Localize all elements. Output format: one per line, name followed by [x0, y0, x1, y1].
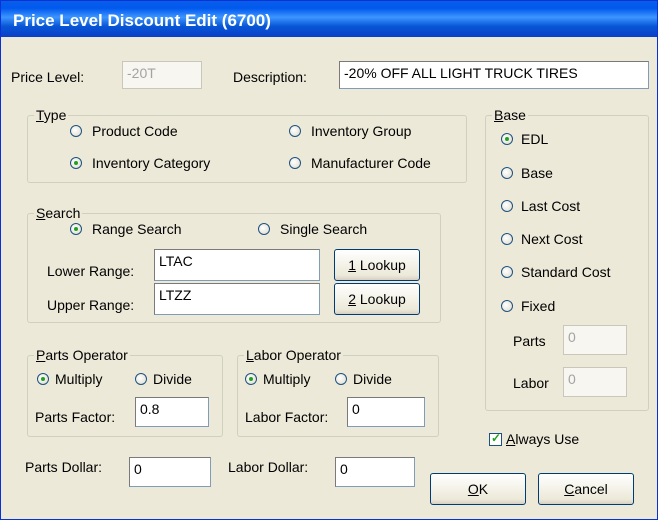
radio-indicator-selected	[245, 373, 257, 385]
radio-indicator	[501, 266, 513, 278]
base-labor-label: Labor	[513, 375, 549, 391]
lower-range-field[interactable]: LTAC	[154, 249, 320, 281]
range-search-radio[interactable]: Range Search	[70, 221, 182, 237]
single-search-radio[interactable]: Single Search	[258, 221, 367, 237]
radio-indicator	[70, 125, 82, 137]
always-use-checkbox[interactable]: Always Use	[489, 431, 579, 447]
type-radio-inventory-group[interactable]: Inventory Group	[289, 123, 411, 139]
base-labor-field: 0	[563, 367, 627, 397]
labor-dollar-label: Labor Dollar:	[228, 459, 309, 475]
radio-indicator	[335, 373, 347, 385]
price-level-field: -20T	[122, 61, 202, 89]
radio-indicator	[501, 167, 513, 179]
lookup-2-button[interactable]: 2 Lookup	[334, 283, 420, 315]
window-title: Price Level Discount Edit (6700)	[13, 11, 271, 30]
labor-multiply-radio[interactable]: Multiply	[245, 371, 310, 387]
labor-divide-radio[interactable]: Divide	[335, 371, 392, 387]
parts-multiply-radio[interactable]: Multiply	[37, 371, 102, 387]
base-radio-standard-cost[interactable]: Standard Cost	[501, 264, 611, 280]
radio-indicator-selected	[70, 223, 82, 235]
labor-dollar-field[interactable]: 0	[335, 457, 415, 487]
base-legend: Base	[492, 107, 528, 123]
base-radio-edl[interactable]: EDL	[501, 131, 548, 147]
radio-indicator	[501, 233, 513, 245]
parts-factor-label: Parts Factor:	[35, 409, 116, 425]
type-radio-manufacturer-code[interactable]: Manufacturer Code	[289, 155, 431, 171]
radio-indicator-selected	[37, 373, 49, 385]
upper-range-label: Upper Range:	[47, 297, 135, 313]
upper-range-field[interactable]: LTZZ	[154, 283, 320, 315]
parts-operator-legend: Parts Operator	[34, 347, 130, 363]
labor-factor-field[interactable]: 0	[347, 397, 425, 427]
dialog-window: Price Level Discount Edit (6700) Price L…	[0, 0, 658, 520]
base-radio-next-cost[interactable]: Next Cost	[501, 231, 582, 247]
parts-dollar-field[interactable]: 0	[129, 457, 211, 487]
labor-factor-label: Labor Factor:	[245, 409, 329, 425]
radio-indicator-selected	[70, 157, 82, 169]
parts-divide-radio[interactable]: Divide	[135, 371, 192, 387]
radio-indicator	[501, 200, 513, 212]
labor-operator-legend: Labor Operator	[244, 347, 343, 363]
price-level-label: Price Level:	[11, 69, 85, 85]
type-radio-inventory-category[interactable]: Inventory Category	[70, 155, 210, 171]
description-label: Description:	[233, 69, 307, 85]
type-legend: Type	[34, 107, 69, 123]
search-legend: Search	[34, 205, 83, 221]
base-radio-base[interactable]: Base	[501, 165, 553, 181]
lookup-1-button[interactable]: 1 Lookup	[334, 249, 420, 281]
radio-indicator	[135, 373, 147, 385]
checkbox-indicator	[489, 431, 502, 446]
parts-dollar-label: Parts Dollar:	[25, 459, 103, 475]
parts-factor-field[interactable]: 0.8	[135, 397, 209, 427]
radio-indicator-selected	[501, 133, 513, 145]
base-radio-fixed[interactable]: Fixed	[501, 298, 555, 314]
title-bar: Price Level Discount Edit (6700)	[1, 1, 657, 37]
type-radio-product-code[interactable]: Product Code	[70, 123, 178, 139]
radio-indicator	[289, 125, 301, 137]
radio-indicator	[258, 223, 270, 235]
base-parts-label: Parts	[513, 333, 546, 349]
lower-range-label: Lower Range:	[47, 263, 135, 279]
base-radio-last-cost[interactable]: Last Cost	[501, 198, 580, 214]
radio-indicator	[289, 157, 301, 169]
base-parts-field: 0	[563, 325, 627, 355]
description-field[interactable]: -20% OFF ALL LIGHT TRUCK TIRES	[339, 61, 649, 89]
ok-button[interactable]: OK	[430, 473, 526, 505]
cancel-button[interactable]: Cancel	[538, 473, 634, 505]
radio-indicator	[501, 300, 513, 312]
